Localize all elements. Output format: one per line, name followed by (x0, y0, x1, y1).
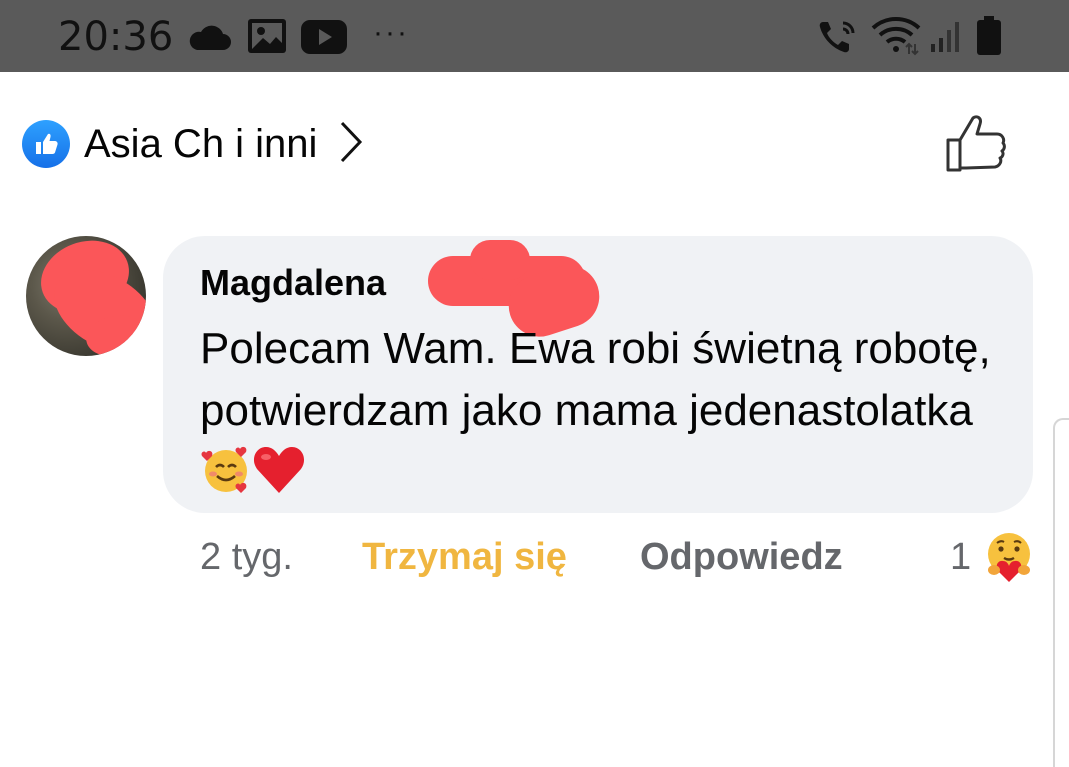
wifi-icon (871, 16, 923, 61)
youtube-icon (301, 20, 347, 59)
reactions-summary[interactable]: Asia Ch i inni (22, 116, 363, 172)
thumbs-up-outline-icon[interactable] (944, 112, 1008, 179)
battery-icon (976, 16, 1002, 61)
author-surname-redaction (470, 240, 530, 280)
status-time: 20:36 (58, 14, 174, 60)
comment-body: Polecam Wam. Ewa robi świetną robotę, po… (200, 324, 991, 435)
avatar[interactable] (26, 236, 146, 356)
reaction-count[interactable]: 1 (950, 536, 971, 579)
reply-button[interactable]: Odpowiedz (640, 536, 843, 579)
status-bar: 20:36 ··· (0, 0, 1069, 72)
wifi-call-icon (817, 18, 859, 61)
care-emoji-icon[interactable] (982, 530, 1036, 589)
comment-timestamp[interactable]: 2 tyg. (200, 536, 293, 579)
react-button[interactable]: Trzymaj się (362, 536, 567, 579)
smiling-face-with-hearts-icon (200, 443, 252, 512)
image-icon (247, 18, 287, 59)
chevron-right-icon (339, 120, 363, 169)
comment-author[interactable]: Magdalena (200, 262, 386, 304)
more-dots-icon: ··· (373, 16, 409, 49)
like-badge-icon (22, 120, 70, 168)
red-heart-icon (252, 445, 306, 512)
signal-icon (929, 18, 965, 59)
side-panel-edge (1053, 418, 1069, 767)
comment-text: Polecam Wam. Ewa robi świetną robotę, po… (200, 318, 1020, 512)
reactors-names: Asia Ch i inni (84, 121, 318, 166)
cloud-icon (187, 24, 231, 57)
